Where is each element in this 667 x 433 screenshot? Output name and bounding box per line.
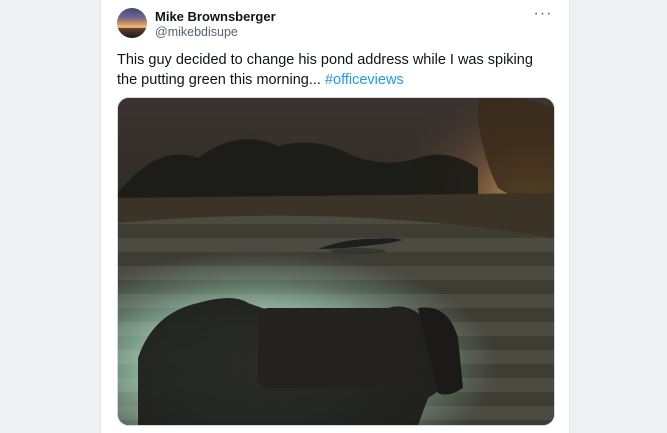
avatar[interactable] — [117, 8, 147, 38]
more-horizontal-icon: ··· — [533, 5, 553, 22]
hashtag-link[interactable]: #officeviews — [325, 72, 404, 88]
tweet-card: Mike Brownsberger @mikebdisupe ··· This … — [100, 0, 570, 433]
author-handle[interactable]: @mikebdisupe — [155, 25, 238, 39]
tweet-photo[interactable] — [117, 97, 555, 426]
author-name[interactable]: Mike Brownsberger — [155, 9, 276, 24]
more-options-button[interactable]: ··· — [531, 5, 555, 24]
golf-green-night-photo — [118, 98, 554, 425]
tweet-text: This guy decided to change his pond addr… — [117, 50, 547, 90]
